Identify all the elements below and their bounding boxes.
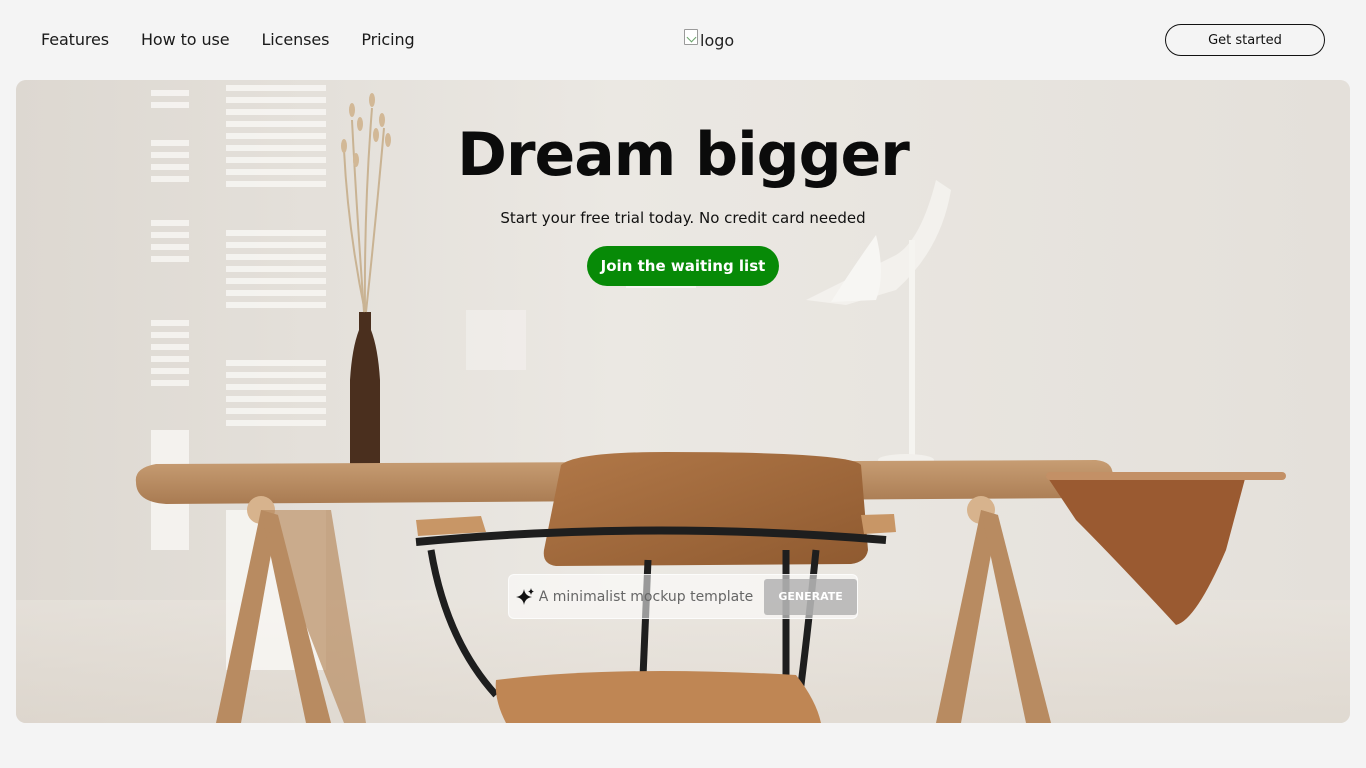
prompt-box: GENERATE: [508, 574, 858, 619]
top-navigation: Features How to use Licenses Pricing log…: [0, 0, 1366, 80]
join-waiting-list-button[interactable]: Join the waiting list: [587, 246, 779, 286]
hero-subtitle: Start your free trial today. No credit c…: [500, 209, 866, 227]
nav-links: Features How to use Licenses Pricing: [41, 30, 415, 49]
broken-image-icon: [684, 29, 698, 45]
nav-link-how-to-use[interactable]: How to use: [141, 30, 230, 49]
hero-section: Dream bigger Start your free trial today…: [16, 80, 1350, 723]
prompt-input[interactable]: [538, 581, 763, 612]
sparkle-icon: [515, 586, 537, 608]
logo[interactable]: logo: [684, 28, 734, 52]
logo-alt-text: logo: [700, 30, 735, 50]
nav-link-pricing[interactable]: Pricing: [361, 30, 414, 49]
nav-link-features[interactable]: Features: [41, 30, 109, 49]
get-started-button[interactable]: Get started: [1165, 24, 1325, 56]
generate-button[interactable]: GENERATE: [764, 578, 858, 615]
hero-title: Dream bigger: [457, 120, 910, 190]
nav-link-licenses[interactable]: Licenses: [261, 30, 329, 49]
